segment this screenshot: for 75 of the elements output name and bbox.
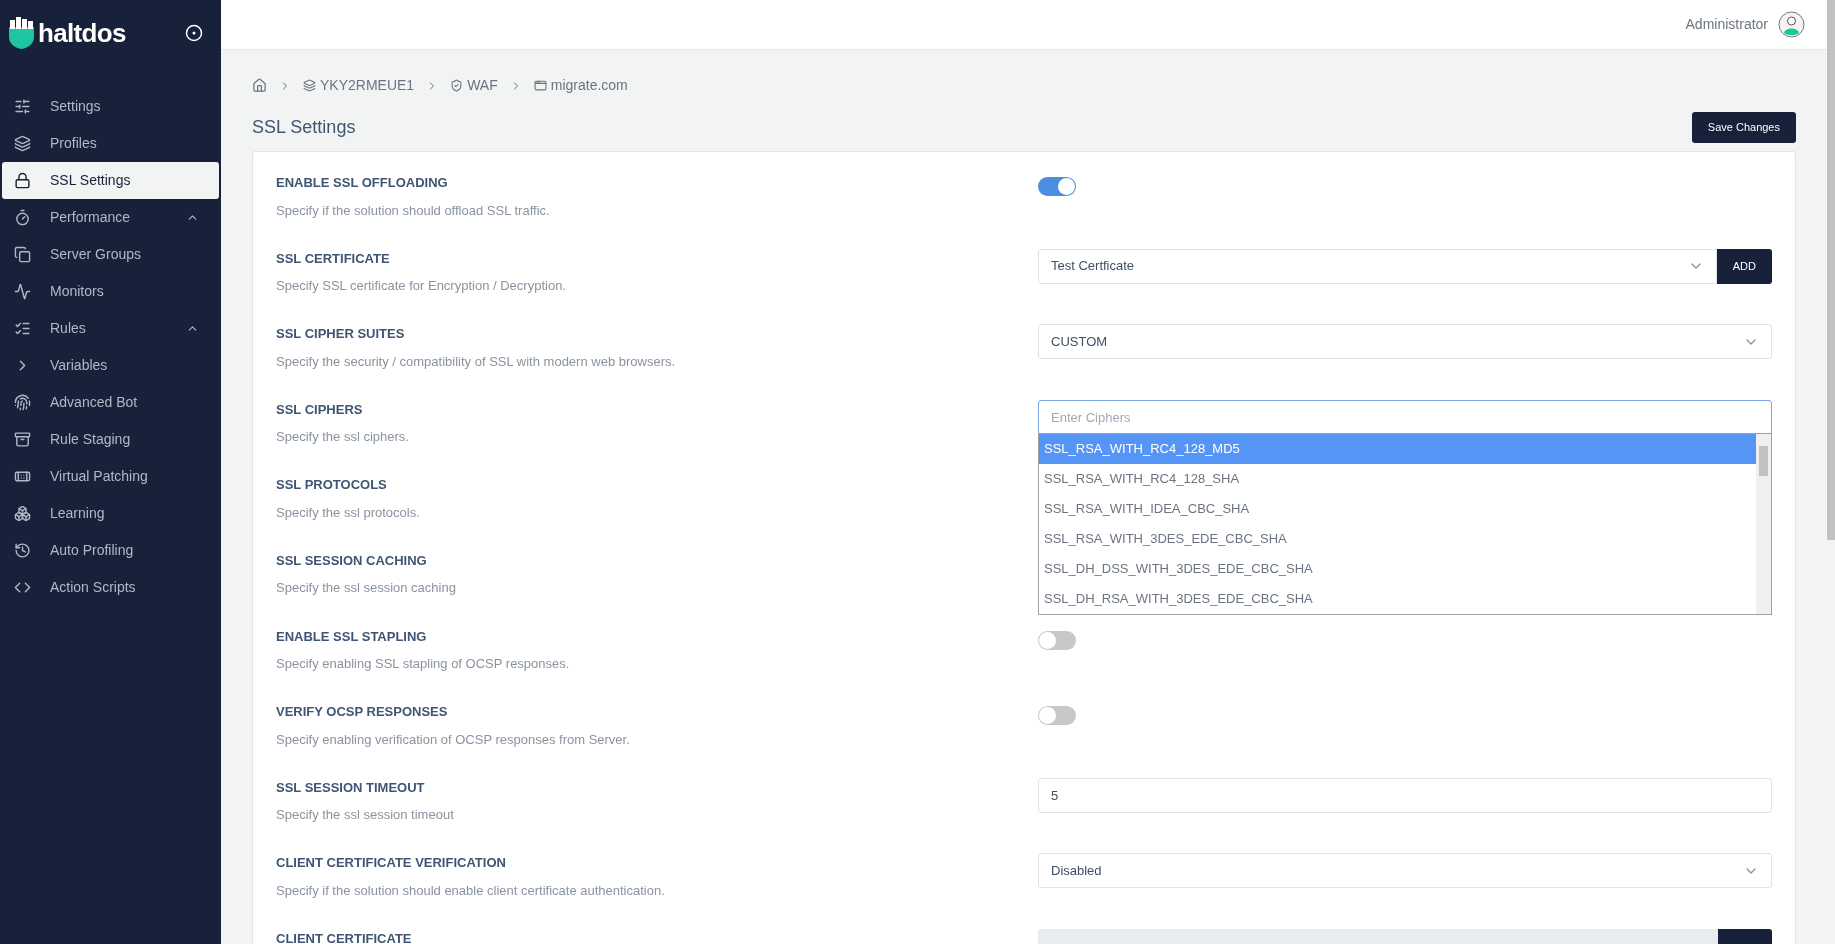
- sidebar-item[interactable]: Monitors: [2, 273, 219, 310]
- setting-description: Specify the security / compatibility of SSL with modern web browsers.: [276, 352, 677, 371]
- archive-icon: [14, 431, 31, 448]
- toggle-switch[interactable]: [1038, 706, 1076, 726]
- add-button[interactable]: ADD: [1716, 248, 1772, 284]
- breadcrumb-link[interactable]: WAF: [467, 75, 498, 96]
- shield-check-icon: [450, 79, 464, 92]
- lock-icon: [14, 172, 31, 189]
- input-field[interactable]: 5: [1038, 777, 1772, 813]
- target-icon[interactable]: [185, 24, 203, 42]
- setting-label: SSL CIPHER SUITES: [276, 325, 406, 344]
- sidebar-item[interactable]: Rule Staging: [2, 421, 219, 458]
- select-field[interactable]: Test Certficate: [1038, 248, 1717, 284]
- cipher-option[interactable]: SSL_RSA_WITH_RC4_128_SHA: [1039, 463, 1756, 494]
- breadcrumb-link[interactable]: migrate.com: [550, 75, 628, 96]
- cipher-option[interactable]: SSL_DH_DSS_WITH_3DES_EDE_CBC_SHA: [1039, 553, 1756, 584]
- stopwatch-icon: [14, 209, 31, 226]
- setting-description: Specify enabling verification of OCSP responses from Server.: [276, 730, 631, 749]
- user-avatar-icon[interactable]: [1778, 11, 1805, 38]
- page-title: SSL Settings: [252, 116, 356, 139]
- setting-label: ENABLE SSL OFFLOADING: [276, 174, 449, 192]
- ciphers-field[interactable]: Enter Ciphers: [1038, 399, 1772, 435]
- setting-description: Specify the ssl session timeout: [276, 806, 455, 825]
- toggle-switch[interactable]: [1038, 630, 1076, 650]
- setting-label: VERIFY OCSP RESPONSES: [276, 703, 449, 722]
- setting-label: SSL CIPHERS: [276, 400, 364, 419]
- setting-label: SSL SESSION CACHING: [276, 551, 428, 570]
- save-button[interactable]: Save Changes: [1691, 112, 1796, 143]
- stack-icon: [14, 135, 31, 152]
- setting-label: SSL SESSION TIMEOUT: [276, 778, 426, 797]
- sidebar-item[interactable]: Rules: [2, 310, 219, 347]
- cipher-option[interactable]: SSL_DH_RSA_WITH_3DES_EDE_CBC_SHA: [1039, 583, 1756, 614]
- brand-name: haltdos: [38, 16, 126, 50]
- sliders-icon: [14, 98, 31, 115]
- select-field[interactable]: Disabled: [1038, 853, 1772, 889]
- breadcrumb-link[interactable]: YKY2RMEUE1: [320, 75, 415, 96]
- sidebar-item[interactable]: Learning: [2, 495, 219, 532]
- setting-description: Specify SSL certificate for Encryption / Decryption.: [276, 277, 567, 296]
- setting-label: CLIENT CERTIFICATE VERIFICATION: [276, 854, 507, 873]
- setting-description: Specify if the solution should enable client certificate authentication.: [276, 881, 666, 900]
- sidebar-item[interactable]: Advanced Bot: [2, 384, 219, 421]
- setting-label: SSL CERTIFICATE: [276, 249, 391, 268]
- select-field[interactable]: CUSTOM: [1038, 324, 1772, 360]
- fingerprint-icon: [14, 394, 31, 411]
- cipher-option[interactable]: SSL_RSA_WITH_IDEA_CBC_SHA: [1039, 493, 1756, 524]
- sidebar-item[interactable]: Action Scripts: [2, 569, 219, 606]
- sidebar-item[interactable]: Auto Profiling: [2, 532, 219, 569]
- copy-icon: [14, 246, 31, 263]
- logo-icon: [8, 17, 35, 49]
- toggle-switch[interactable]: [1038, 177, 1076, 196]
- page-scrollbar[interactable]: [1827, 0, 1835, 540]
- sidebar-item[interactable]: Performance: [2, 199, 219, 236]
- sidebar-item[interactable]: Variables: [2, 347, 219, 384]
- history-icon: [14, 542, 31, 559]
- sidebar-item[interactable]: Virtual Patching: [2, 458, 219, 495]
- setting-description: Specify enabling SSL stapling of OCSP responses.: [276, 655, 571, 674]
- window-icon: [533, 79, 547, 92]
- user-name: Administrator: [1685, 15, 1768, 34]
- pulse-icon: [14, 283, 31, 300]
- sidebar-item[interactable]: Server Groups: [2, 236, 219, 273]
- sidebar-item[interactable]: Settings: [2, 88, 219, 125]
- setting-description: Specify the ssl protocols.: [276, 503, 421, 522]
- sidebar-item[interactable]: SSL Settings: [2, 162, 219, 199]
- setting-description: Specify if the solution should offload SSL traffic.: [276, 201, 551, 220]
- setting-description: Specify the ssl ciphers.: [276, 428, 410, 447]
- home-icon[interactable]: [252, 78, 267, 93]
- sidebar-item[interactable]: Profiles: [2, 125, 219, 162]
- setting-label: ENABLE SSL STAPLING: [276, 627, 428, 646]
- list-icon: [14, 320, 31, 337]
- setting-label: SSL PROTOCOLS: [276, 476, 388, 495]
- setting-label: CLIENT CERTIFICATE: [276, 929, 413, 944]
- setting-description: Specify the ssl session caching: [276, 579, 457, 598]
- stack-icon: [303, 79, 316, 92]
- cipher-option[interactable]: SSL_RSA_WITH_3DES_EDE_CBC_SHA: [1039, 523, 1756, 554]
- scrollbar[interactable]: [1756, 433, 1771, 614]
